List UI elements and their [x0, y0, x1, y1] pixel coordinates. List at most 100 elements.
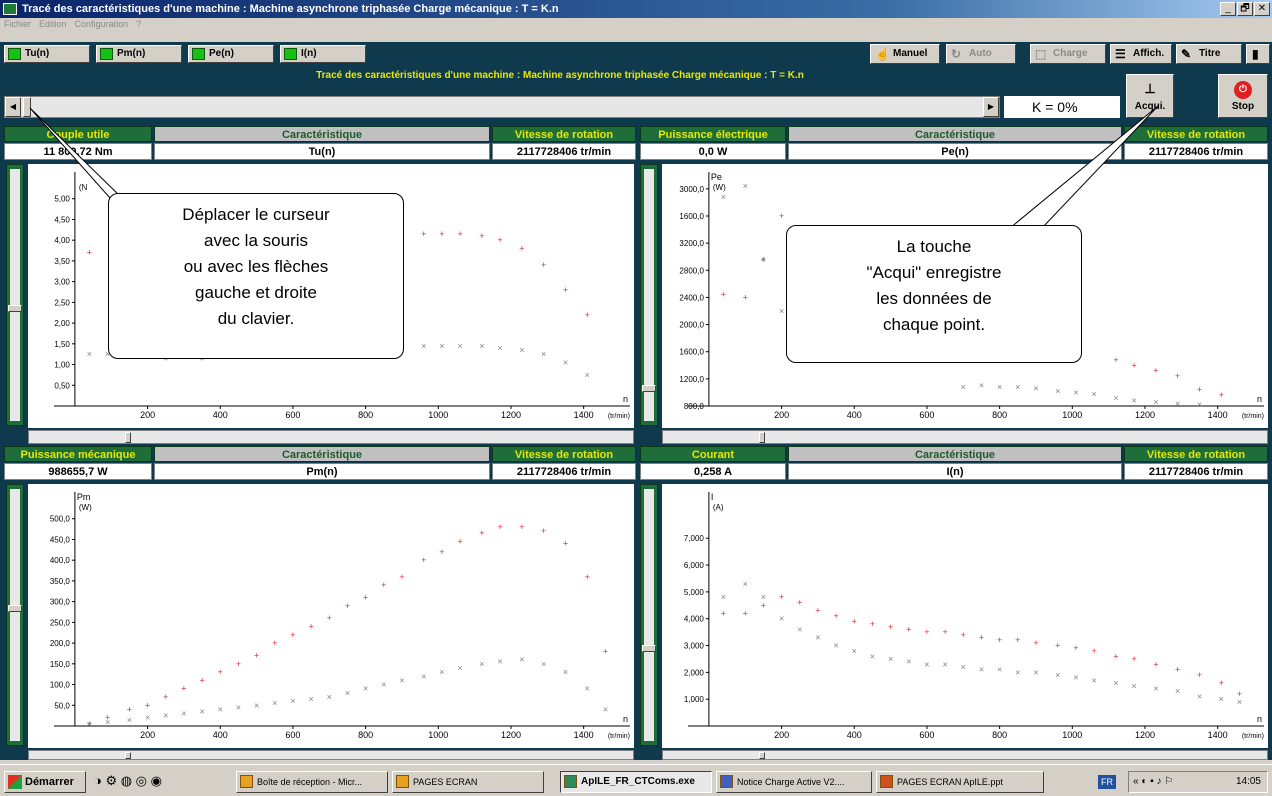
- data-point: ×: [439, 667, 444, 677]
- k-value-display: K = 0%: [1004, 96, 1120, 118]
- maximize-button[interactable]: 🗗: [1237, 2, 1253, 16]
- manuel-button[interactable]: ☝ Manuel: [870, 44, 940, 64]
- cursor-scrollbar[interactable]: ◀ ▶: [4, 96, 1000, 118]
- x-tick-label: 800: [358, 410, 373, 420]
- data-point: ×: [1197, 400, 1202, 410]
- y-axis-unit: (W): [79, 503, 92, 512]
- y-tick-label: 0,50: [54, 381, 70, 390]
- panel-value: 0,0 W: [640, 143, 786, 160]
- vertical-slider[interactable]: [6, 484, 24, 746]
- data-point: +: [479, 231, 484, 241]
- minimize-button[interactable]: _: [1220, 2, 1236, 16]
- stop-button[interactable]: ⏻ Stop: [1218, 74, 1268, 118]
- x-tick-label: 1400: [574, 730, 594, 740]
- y-tick-label: 1200,0: [679, 375, 704, 384]
- scroll-thumb[interactable]: [23, 97, 31, 117]
- callout-line: La touche: [896, 237, 972, 256]
- slider-thumb[interactable]: [125, 752, 131, 759]
- data-point: +: [254, 651, 259, 661]
- horizontal-slider[interactable]: [662, 430, 1268, 444]
- data-point: ×: [1131, 681, 1136, 691]
- data-point: ×: [497, 657, 502, 667]
- curve-label: Pe(n): [209, 48, 234, 59]
- menu-configuration[interactable]: Configuration: [75, 19, 129, 29]
- task-notice[interactable]: Notice Charge Active V2....: [716, 771, 872, 793]
- slider-thumb[interactable]: [125, 432, 131, 443]
- slider-thumb[interactable]: [759, 432, 765, 443]
- y-tick-label: 1,00: [54, 361, 70, 370]
- vertical-slider[interactable]: [640, 484, 658, 746]
- affich-button[interactable]: ☰ Affich.: [1110, 44, 1172, 64]
- slider-thumb[interactable]: [642, 645, 656, 652]
- data-point: ×: [519, 655, 524, 665]
- data-point: ×: [1055, 386, 1060, 396]
- titre-button[interactable]: ✎ Titre: [1176, 44, 1242, 64]
- data-point: +: [519, 243, 524, 253]
- slider-thumb[interactable]: [759, 752, 765, 759]
- menu-fichier[interactable]: Fichier: [4, 19, 31, 29]
- data-point: +: [381, 580, 386, 590]
- data-point: ×: [497, 343, 502, 353]
- x-axis-unit: (tr/min): [608, 413, 630, 420]
- data-point: +: [563, 285, 568, 295]
- data-point: +: [363, 592, 368, 602]
- data-point: ×: [218, 704, 223, 714]
- task-pages-ecran[interactable]: PAGES ECRAN: [392, 771, 544, 793]
- y-axis-label: I: [711, 492, 714, 502]
- data-point: +: [779, 211, 784, 221]
- slider-thumb[interactable]: [642, 385, 656, 392]
- curve-toggle-i[interactable]: I(n): [280, 45, 366, 63]
- exit-button[interactable]: ▮: [1246, 44, 1270, 64]
- slider-thumb[interactable]: [8, 305, 22, 312]
- callout-line: du clavier.: [217, 309, 295, 328]
- panel-speed: 2117728406 tr/min: [1124, 143, 1268, 160]
- vertical-slider[interactable]: [640, 164, 658, 426]
- curve-toggle-pe[interactable]: Pe(n): [188, 45, 274, 63]
- x-tick-label: 800: [358, 730, 373, 740]
- x-tick-label: 800: [992, 410, 1007, 420]
- charge-button[interactable]: ⬚ Charge: [1030, 44, 1106, 64]
- menu-edition[interactable]: Edition: [39, 19, 67, 29]
- data-point: ×: [479, 659, 484, 669]
- task-ppt[interactable]: PAGES ECRAN ApILE.ppt: [876, 771, 1044, 793]
- task-outlook[interactable]: Boîte de réception - Micr...: [236, 771, 388, 793]
- scroll-right-arrow[interactable]: ▶: [983, 97, 999, 117]
- curve-toggle-tu[interactable]: Tu(n): [4, 45, 90, 63]
- checkbox-icon[interactable]: [8, 48, 21, 60]
- checkbox-icon[interactable]: [100, 48, 113, 60]
- x-axis-unit: (tr/min): [608, 733, 630, 740]
- horizontal-slider[interactable]: [28, 430, 634, 444]
- quick-launch-icons[interactable]: ◑ ⚙ ◍ ◎ ◉: [94, 773, 162, 789]
- auto-button[interactable]: ↻ Auto: [946, 44, 1016, 64]
- acqui-button[interactable]: ⊥ Acqui.: [1126, 74, 1174, 118]
- data-point: +: [399, 572, 404, 582]
- y-tick-label: 5,00: [54, 195, 70, 204]
- data-point: +: [163, 692, 168, 702]
- slider-thumb[interactable]: [8, 605, 22, 612]
- data-point: ×: [457, 663, 462, 673]
- horizontal-slider[interactable]: [662, 750, 1268, 760]
- panel-func: Pm(n): [154, 463, 490, 480]
- task-apile[interactable]: ApILE_FR_CTComs.exe: [560, 771, 712, 793]
- data-point: +: [127, 704, 132, 714]
- menu-help[interactable]: ?: [136, 19, 141, 29]
- checkbox-icon[interactable]: [192, 48, 205, 60]
- panel-header-name: Puissance mécanique: [4, 446, 152, 462]
- checkbox-icon[interactable]: [284, 48, 297, 60]
- y-tick-label: 4,000: [684, 615, 705, 624]
- language-indicator[interactable]: FR: [1098, 775, 1116, 789]
- y-tick-label: 2800,0: [679, 266, 704, 275]
- start-button[interactable]: Démarrer: [4, 771, 86, 793]
- scroll-left-arrow[interactable]: ◀: [5, 97, 21, 117]
- data-point: ×: [479, 341, 484, 351]
- data-point: ×: [127, 715, 132, 725]
- vertical-slider[interactable]: [6, 164, 24, 426]
- tray-icons[interactable]: « ◐ ▪ ♪ ⚐: [1129, 772, 1173, 792]
- curve-label: Pm(n): [117, 48, 146, 59]
- curve-toggle-pm[interactable]: Pm(n): [96, 45, 182, 63]
- data-point: +: [852, 616, 857, 626]
- x-tick-label: 400: [847, 410, 862, 420]
- horizontal-slider[interactable]: [28, 750, 634, 760]
- window-title-bar: Tracé des caractéristiques d'une machine…: [0, 0, 1272, 18]
- close-button[interactable]: ✕: [1254, 2, 1270, 16]
